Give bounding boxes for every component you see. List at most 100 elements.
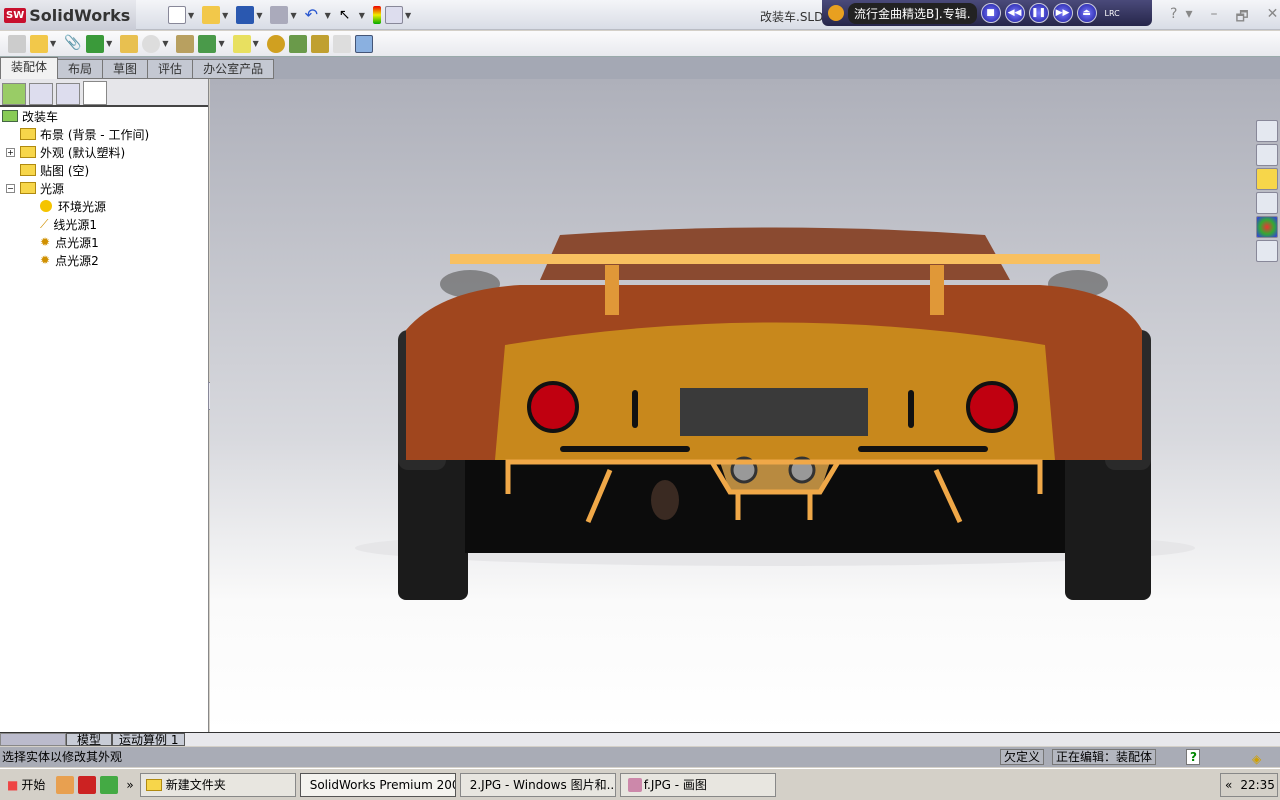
- property-manager-icon[interactable]: [29, 83, 53, 105]
- minimize-icon[interactable]: –: [1210, 6, 1217, 30]
- tab-evaluate[interactable]: 评估: [147, 59, 194, 79]
- appearances-icon[interactable]: [1256, 216, 1278, 238]
- start-button[interactable]: ■ 开始: [2, 773, 50, 797]
- new-motion-study-icon[interactable]: [266, 34, 285, 53]
- tree-item-label: 布景 (背景 - 工作间): [40, 127, 150, 142]
- save-icon[interactable]: [236, 6, 255, 24]
- tree-item-point-light-2[interactable]: ✹ 点光源2: [0, 251, 208, 269]
- close-icon[interactable]: ✕: [1267, 6, 1279, 30]
- point-light-icon: ✹: [40, 253, 51, 267]
- eject-icon[interactable]: ⏏: [1076, 3, 1097, 23]
- clock: 22:35: [1240, 778, 1275, 792]
- graphics-viewport[interactable]: [210, 79, 1280, 732]
- file-explorer-icon[interactable]: [1256, 168, 1278, 190]
- display-manager-icon[interactable]: [83, 81, 107, 105]
- pattern-icon[interactable]: [86, 34, 105, 53]
- new-icon[interactable]: [168, 6, 186, 24]
- tree-item-scene[interactable]: 布景 (背景 - 工作间): [0, 125, 208, 143]
- explode-line-sketch-icon[interactable]: [332, 34, 351, 53]
- help-icon[interactable]: ?: [1170, 6, 1177, 30]
- bulb-icon: [40, 200, 52, 212]
- expand-icon[interactable]: +: [6, 147, 15, 157]
- tree-item-point-light-1[interactable]: ✹ 点光源1: [0, 233, 208, 251]
- tab-sketch[interactable]: 草图: [102, 59, 149, 79]
- collapse-icon[interactable]: −: [6, 183, 15, 193]
- configuration-manager-icon[interactable]: [56, 83, 80, 105]
- rebuild-icon[interactable]: [372, 6, 381, 24]
- license-plate: [680, 388, 868, 436]
- app-name: SolidWorks: [29, 5, 131, 25]
- windows-logo-icon: ■: [7, 777, 19, 792]
- open-icon[interactable]: [202, 6, 221, 24]
- view-palette-icon[interactable]: [1256, 192, 1278, 214]
- quicklaunch-solidworks-icon[interactable]: [78, 775, 97, 794]
- paint-icon: [627, 777, 642, 792]
- tab-model[interactable]: 模型: [66, 733, 113, 746]
- custom-properties-icon[interactable]: [1256, 240, 1278, 262]
- taskbar-item-paint[interactable]: f.JPG - 画图: [619, 772, 776, 797]
- bill-of-materials-icon[interactable]: [288, 34, 307, 53]
- windows-taskbar: ■ 开始 » 新建文件夹 SolidWorks Premium 200... 2.…: [0, 768, 1280, 800]
- paperclip-icon[interactable]: 📎: [64, 35, 82, 53]
- rear-spoiler: [450, 254, 1100, 264]
- forward-icon[interactable]: ▶▶: [1052, 3, 1073, 23]
- music-player[interactable]: 流行金曲精选B].专辑. ■ ◀◀ ❚❚ ▶▶ ⏏ LRC: [822, 0, 1152, 26]
- tab-scroll-arrows[interactable]: [0, 733, 66, 746]
- tree-root[interactable]: 改装车: [0, 107, 208, 125]
- exploded-view-icon[interactable]: [310, 34, 329, 53]
- tree-item-appearance[interactable]: + 外观 (默认塑料): [0, 143, 208, 161]
- help-dropdown-icon[interactable]: ▾: [1185, 6, 1192, 30]
- taskbar-item-folder[interactable]: 新建文件夹: [139, 772, 296, 797]
- assembly-features-icon[interactable]: [198, 34, 217, 53]
- insert-component-icon[interactable]: [8, 34, 26, 53]
- print-icon[interactable]: [270, 6, 289, 24]
- directional-light-icon: ⟋: [40, 216, 49, 231]
- quicklaunch-user-icon[interactable]: [56, 775, 75, 794]
- taskbar-item-picture-viewer[interactable]: 2.JPG - Windows 图片和...: [459, 772, 616, 797]
- folder-icon: [145, 778, 162, 791]
- tree-item-label: 贴图 (空): [40, 163, 90, 178]
- home-icon[interactable]: [1256, 120, 1278, 142]
- tab-layout[interactable]: 布局: [57, 59, 104, 79]
- tray-expand[interactable]: «: [1225, 778, 1232, 792]
- command-manager-tabs: 装配体 布局 草图 评估 办公室产品: [0, 57, 1280, 79]
- tree-item-ambient-light[interactable]: 环境光源: [0, 197, 208, 215]
- select-icon[interactable]: ↖: [339, 6, 357, 24]
- tree-item-label: 环境光源: [58, 199, 107, 214]
- definition-status: 欠定义: [1000, 749, 1045, 765]
- tab-office-products[interactable]: 办公室产品: [192, 59, 275, 79]
- design-library-icon[interactable]: [1256, 144, 1278, 166]
- help-status-icon[interactable]: ?: [1186, 749, 1200, 765]
- tree-item-directional-light[interactable]: ⟋ 线光源1: [0, 215, 208, 233]
- player-lrc[interactable]: LRC: [1105, 9, 1120, 18]
- reference-geometry-icon[interactable]: [232, 34, 251, 53]
- restore-icon[interactable]: 🗗: [1235, 6, 1248, 30]
- feature-manager-icon[interactable]: [2, 83, 26, 105]
- smart-fasteners-icon[interactable]: [120, 34, 139, 53]
- interference-detection-icon[interactable]: [354, 34, 373, 53]
- move-component-icon[interactable]: [142, 34, 161, 53]
- tree-item-label: 外观 (默认塑料): [40, 145, 126, 160]
- pause-icon[interactable]: ❚❚: [1028, 3, 1049, 23]
- quicklaunch-ie-icon[interactable]: [100, 775, 119, 794]
- tab-motion-study[interactable]: 运动算例 1: [112, 733, 186, 746]
- undo-icon[interactable]: ↶: [305, 6, 323, 24]
- options-icon[interactable]: [384, 6, 403, 24]
- start-label: 开始: [21, 778, 46, 792]
- tab-assembly[interactable]: 装配体: [0, 57, 59, 79]
- rewind-icon[interactable]: ◀◀: [1004, 3, 1025, 23]
- open-component-icon[interactable]: [30, 34, 48, 53]
- show-hidden-icon[interactable]: [176, 34, 195, 53]
- taskbar-item-solidworks[interactable]: SolidWorks Premium 200...: [299, 772, 456, 797]
- stop-icon[interactable]: ■: [980, 3, 1001, 23]
- quicklaunch-more[interactable]: »: [126, 778, 133, 792]
- task-pane-tabs: [1256, 120, 1278, 264]
- tree-item-lights[interactable]: − 光源: [0, 179, 208, 197]
- solidworks-logo[interactable]: SW SolidWorks: [0, 0, 136, 30]
- tree-item-label: 点光源2: [55, 253, 99, 268]
- tree-item-label: 光源: [40, 181, 65, 196]
- tag-icon[interactable]: ◈: [1252, 749, 1261, 769]
- tree-item-decals[interactable]: 贴图 (空): [0, 161, 208, 179]
- tree-root-label: 改装车: [22, 109, 59, 124]
- car-model-render: [355, 227, 1195, 600]
